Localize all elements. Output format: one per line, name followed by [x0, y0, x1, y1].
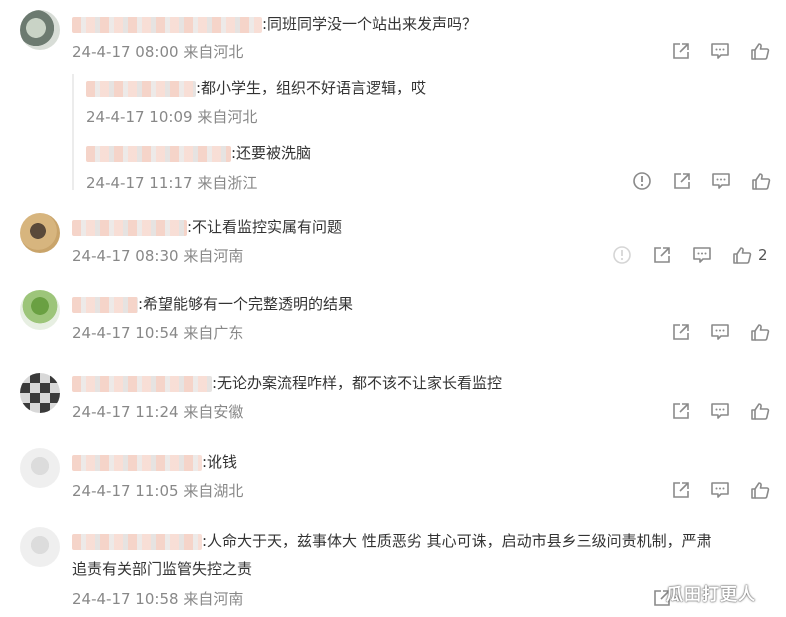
- timestamp: 24-4-17 10:58: [72, 590, 179, 608]
- location: 来自河北: [197, 108, 258, 126]
- location: 来自浙江: [197, 174, 258, 192]
- avatar[interactable]: [20, 448, 60, 488]
- comment-icon[interactable]: [692, 245, 712, 265]
- share-icon[interactable]: [671, 41, 691, 61]
- comment-icon[interactable]: [710, 322, 730, 342]
- username[interactable]: [86, 80, 196, 97]
- comment-meta: 24-4-17 11:05 来自湖北: [72, 480, 243, 501]
- share-icon[interactable]: [672, 171, 692, 191]
- comment-text-continued: 追责有关部门监管失控之责: [72, 560, 253, 578]
- reply-meta: 24-4-17 11:17 来自浙江: [86, 172, 257, 193]
- avatar[interactable]: [20, 373, 60, 413]
- username[interactable]: [72, 296, 138, 313]
- location: 来自河北: [183, 43, 244, 61]
- comment-meta: 24-4-17 10:54 来自广东: [72, 322, 243, 343]
- timestamp: 24-4-17 10:54: [72, 324, 179, 342]
- like-count: 2: [758, 246, 768, 264]
- location: 来自湖北: [183, 482, 244, 500]
- comment-meta: 24-4-17 10:58 来自河南: [72, 588, 243, 609]
- location: 来自广东: [183, 324, 244, 342]
- username[interactable]: [86, 145, 231, 162]
- thumbs-up-icon[interactable]: [751, 171, 771, 191]
- comment-meta: 24-4-17 08:30 来自河南: [72, 245, 243, 266]
- avatar[interactable]: [20, 527, 60, 567]
- reply-text: :都小学生，组织不好语言逻辑，哎: [196, 79, 427, 97]
- comment-text: :人命大于天，兹事体大 性质恶劣 其心可诛，启动市县乡三级问责机制，严肃: [202, 532, 712, 550]
- location: 来自河南: [183, 247, 244, 265]
- comment-icon[interactable]: [710, 41, 730, 61]
- share-icon[interactable]: [671, 322, 691, 342]
- avatar[interactable]: [20, 290, 60, 330]
- timestamp: 24-4-17 08:00: [72, 43, 179, 61]
- timestamp: 24-4-17 11:17: [86, 174, 193, 192]
- avatar[interactable]: [20, 213, 60, 253]
- location: 来自河南: [183, 590, 244, 608]
- avatar[interactable]: [20, 10, 60, 50]
- reply-thread: :都小学生，组织不好语言逻辑，哎 24-4-17 10:09 来自河北 :还要被…: [72, 74, 774, 193]
- comment-text: :希望能够有一个完整透明的结果: [138, 295, 354, 313]
- comment-text: :讹钱: [202, 453, 238, 471]
- comment-text: :无论办案流程咋样，都不该不让家长看监控: [212, 374, 503, 392]
- reply-text: :还要被洗脑: [231, 144, 312, 162]
- username[interactable]: [72, 219, 187, 236]
- watermark: 瓜田打更人: [666, 585, 756, 605]
- comment-text: :不让看监控实属有问题: [187, 218, 343, 236]
- comment-meta: 24-4-17 08:00 来自河北: [72, 41, 243, 62]
- comment-icon[interactable]: [710, 480, 730, 500]
- comment-icon[interactable]: [711, 171, 731, 191]
- thumbs-up-icon[interactable]: [750, 480, 770, 500]
- thumbs-up-icon[interactable]: [732, 245, 752, 265]
- thumbs-up-icon[interactable]: [750, 322, 770, 342]
- comment-icon[interactable]: [710, 401, 730, 421]
- report-icon[interactable]: [612, 245, 632, 265]
- username[interactable]: [72, 16, 262, 33]
- username[interactable]: [72, 375, 212, 392]
- timestamp: 24-4-17 10:09: [86, 108, 193, 126]
- timestamp: 24-4-17 08:30: [72, 247, 179, 265]
- timestamp: 24-4-17 11:24: [72, 403, 179, 421]
- reply-meta: 24-4-17 10:09 来自河北: [86, 106, 257, 127]
- timestamp: 24-4-17 11:05: [72, 482, 179, 500]
- share-icon[interactable]: [671, 480, 691, 500]
- share-icon[interactable]: [652, 245, 672, 265]
- report-icon[interactable]: [632, 171, 652, 191]
- thumbs-up-icon[interactable]: [750, 401, 770, 421]
- username[interactable]: [72, 454, 202, 471]
- location: 来自安徽: [183, 403, 244, 421]
- comment-meta: 24-4-17 11:24 来自安徽: [72, 401, 243, 422]
- share-icon[interactable]: [671, 401, 691, 421]
- username[interactable]: [72, 533, 202, 550]
- comment-text: :同班同学没一个站出来发声吗？: [262, 15, 478, 33]
- thumbs-up-icon[interactable]: [750, 41, 770, 61]
